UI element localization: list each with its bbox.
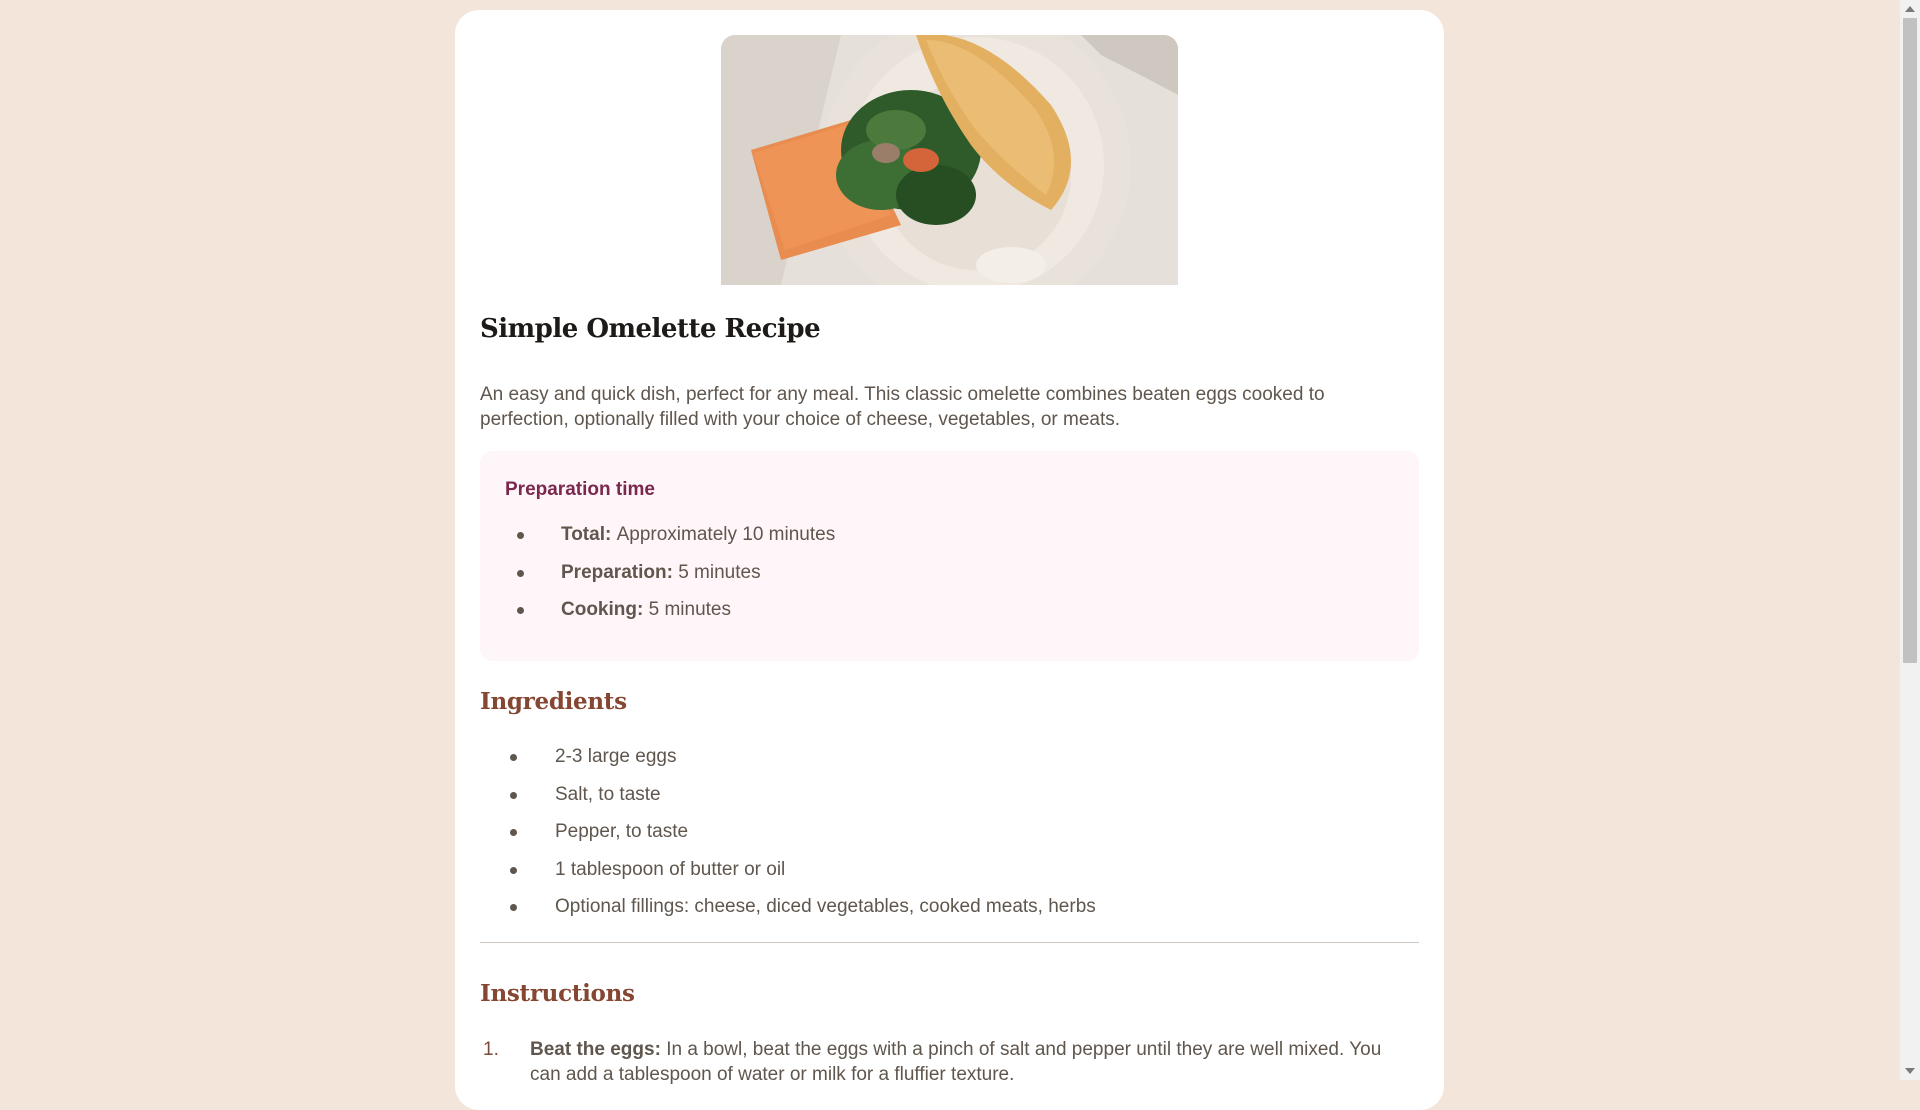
list-item: Optional fillings: cheese, diced vegetab…: [455, 895, 1096, 933]
bullet-icon: [510, 866, 517, 874]
bullet-icon: [510, 904, 517, 911]
ingredients-list: 2-3 large eggs Salt, to taste Pepper, to…: [455, 745, 1096, 933]
bullet-icon: [517, 569, 524, 577]
recipe-image: [721, 35, 1178, 285]
section-divider: [480, 942, 1419, 943]
list-item: Salt, to taste: [455, 783, 1096, 821]
vertical-scrollbar[interactable]: [1900, 0, 1920, 1080]
preparation-time-heading: Preparation time: [505, 479, 655, 500]
list-item: Total: Approximately 10 minutes: [480, 523, 835, 561]
recipe-intro: An easy and quick dish, perfect for any …: [480, 384, 1325, 430]
ingredient-text: 1 tablespoon of butter or oil: [555, 858, 786, 880]
bullet-icon: [510, 829, 517, 836]
ingredients-heading: Ingredients: [480, 688, 627, 715]
scrollbar-thumb[interactable]: [1903, 18, 1917, 663]
ingredient-text: Salt, to taste: [555, 783, 661, 805]
ingredient-text: Pepper, to taste: [555, 821, 689, 842]
recipe-title: Simple Omelette Recipe: [480, 314, 821, 344]
prep-item-value: Approximately 10 minutes: [616, 524, 836, 545]
step-number: 1.: [483, 1039, 499, 1060]
ingredient-text: 2-3 large eggs: [555, 746, 677, 767]
instructions-heading: Instructions: [480, 980, 635, 1007]
list-item: Pepper, to taste: [455, 820, 1096, 858]
bullet-icon: [517, 607, 524, 614]
step-label: Beat the eggs:: [530, 1039, 667, 1060]
bullet-icon: [510, 791, 517, 799]
ingredient-text: Optional fillings: cheese, diced vegetab…: [555, 896, 1096, 917]
list-item: 2-3 large eggs: [455, 745, 1096, 783]
list-item: 1 tablespoon of butter or oil: [455, 858, 1096, 896]
scroll-up-arrow-icon[interactable]: [1905, 6, 1915, 12]
prep-item-label: Preparation:: [561, 561, 679, 583]
prep-item-label: Total:: [561, 524, 617, 545]
list-item: Preparation: 5 minutes: [480, 561, 835, 599]
recipe-card: Simple Omelette Recipe An easy and quick…: [455, 10, 1444, 1110]
scroll-down-arrow-icon[interactable]: [1905, 1068, 1915, 1074]
prep-item-value: 5 minutes: [678, 561, 761, 583]
prep-item-label: Cooking:: [561, 599, 649, 620]
preparation-time-list: Total: Approximately 10 minutes Preparat…: [480, 523, 835, 636]
list-item: Cooking: 5 minutes: [480, 598, 835, 636]
bullet-icon: [517, 532, 524, 539]
prep-item-value: 5 minutes: [648, 599, 731, 620]
bullet-icon: [510, 754, 517, 761]
preparation-time-box: Preparation time Total: Approximately 10…: [480, 451, 1419, 661]
